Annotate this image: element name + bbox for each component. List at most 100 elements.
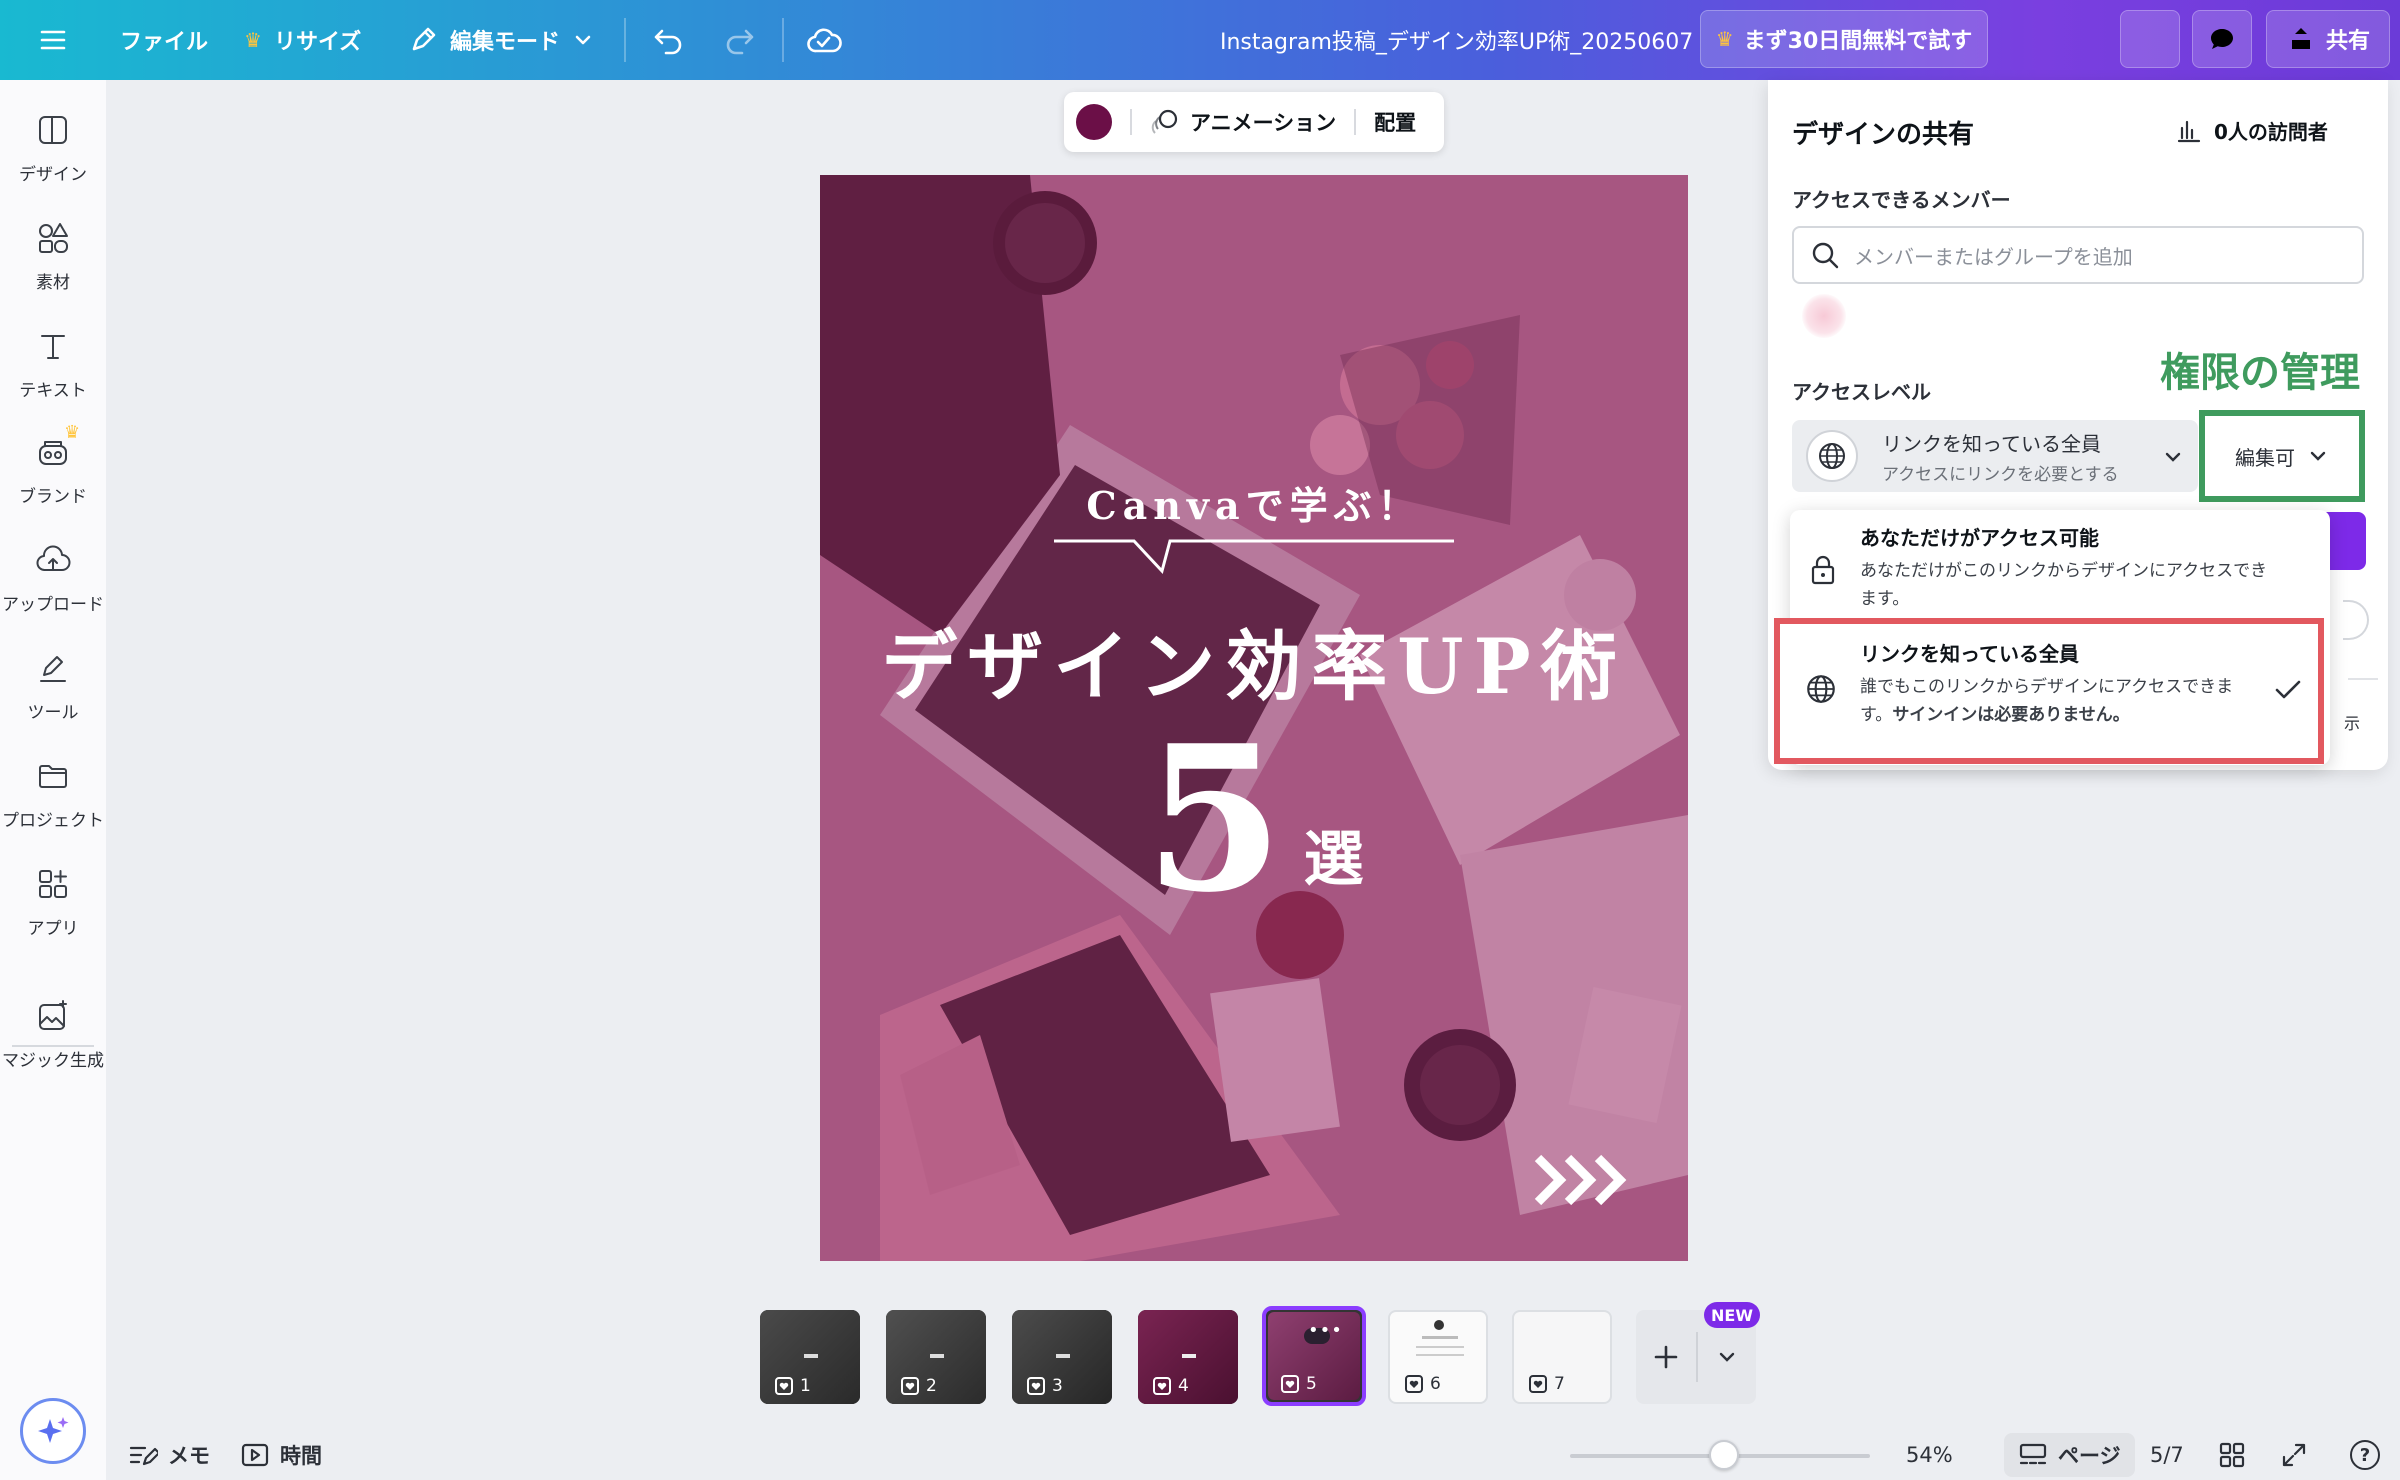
sidebar-item-apps[interactable]: アプリ bbox=[0, 866, 106, 966]
menu-option-title: リンクを知っている全員 bbox=[1860, 642, 2079, 666]
sidebar-item-text[interactable]: テキスト bbox=[0, 328, 106, 428]
expand-icon bbox=[2282, 1443, 2306, 1467]
animation-button[interactable]: アニメーション bbox=[1150, 107, 1336, 137]
sidebar-item-magic-media[interactable]: マジック生成 bbox=[0, 998, 106, 1098]
design-headline[interactable]: デザイン効率UP術 bbox=[820, 605, 1688, 715]
cloud-check-icon bbox=[807, 28, 842, 53]
panel-divider bbox=[2348, 678, 2378, 680]
draw-tool-icon bbox=[40, 656, 66, 682]
design-number[interactable]: 5 bbox=[1144, 720, 1283, 920]
upload-cloud-icon bbox=[36, 545, 71, 571]
page-counter: 5/7 bbox=[2150, 1443, 2184, 1467]
menu-option-only-you[interactable]: あなただけがアクセス可能 あなただけがこのリンクからデザインにアクセスでき ます… bbox=[1790, 510, 2330, 618]
document-title[interactable]: Instagram投稿_デザイン効率UP術_20250607 bbox=[1220, 0, 1693, 80]
page-thumbnail-current[interactable]: ••• 5 bbox=[1262, 1306, 1366, 1406]
sidebar-item-uploads[interactable]: アップロード bbox=[0, 542, 106, 642]
layout-icon bbox=[39, 116, 67, 144]
color-swatch[interactable] bbox=[1076, 104, 1112, 140]
notes-button[interactable]: メモ bbox=[128, 1430, 210, 1480]
visitors-button[interactable]: 0人の訪問者 bbox=[2176, 116, 2328, 145]
access-level-dropdown[interactable]: リンクを知っている全員 アクセスにリンクを必要とする bbox=[1792, 420, 2198, 492]
main-menu-button[interactable] bbox=[38, 0, 68, 80]
file-menu-button[interactable]: ファイル bbox=[120, 0, 208, 80]
sidebar-item-label: ツール bbox=[27, 703, 79, 723]
visitors-count: 0人の訪問者 bbox=[2214, 120, 2328, 144]
page-thumbnail[interactable]: 6 bbox=[1388, 1310, 1488, 1404]
crown-icon: ♛ bbox=[244, 28, 262, 52]
undo-button[interactable] bbox=[652, 0, 686, 80]
page-thumbnail[interactable]: 1 bbox=[760, 1310, 860, 1404]
position-button[interactable]: 配置 bbox=[1374, 107, 1416, 137]
fullscreen-button[interactable] bbox=[2280, 1430, 2308, 1480]
sidebar-item-design[interactable]: デザイン bbox=[0, 112, 106, 212]
pages-view-button[interactable]: ページ bbox=[2004, 1433, 2135, 1477]
sidebar-item-label: 素材 bbox=[36, 273, 70, 293]
comments-button[interactable] bbox=[2192, 10, 2252, 68]
edit-mode-dropdown[interactable]: 編集モード bbox=[408, 0, 594, 80]
thumbnail-mark bbox=[804, 1354, 818, 1358]
sidebar-item-elements[interactable]: 素材 bbox=[0, 220, 106, 320]
help-icon: ? bbox=[2350, 1440, 2380, 1470]
crown-icon: ♛ bbox=[64, 422, 81, 443]
thumbnail-mark bbox=[1434, 1320, 1444, 1330]
new-badge: NEW bbox=[1704, 1302, 1760, 1328]
redo-button[interactable] bbox=[722, 0, 756, 80]
thumbnail-mark bbox=[1416, 1354, 1464, 1356]
toggle-switch[interactable] bbox=[2343, 600, 2369, 640]
menu-option-title: あなただけがアクセス可能 bbox=[1860, 526, 2099, 550]
access-level-label: アクセスレベル bbox=[1792, 380, 1931, 404]
folder-icon bbox=[39, 765, 67, 788]
avatar bbox=[1802, 294, 1846, 338]
save-status-button[interactable] bbox=[806, 0, 842, 80]
chevron-down-icon bbox=[575, 35, 591, 45]
design-number-suffix[interactable]: 選 bbox=[1304, 820, 1364, 900]
magic-image-icon bbox=[39, 1000, 67, 1030]
annotation-label: 権限の管理 bbox=[2160, 350, 2360, 396]
insights-button[interactable] bbox=[2120, 10, 2180, 68]
more-options-icon[interactable]: ••• bbox=[1304, 1320, 1342, 1344]
page-thumbnail[interactable]: 2 bbox=[886, 1310, 986, 1404]
page-badge-icon bbox=[1529, 1375, 1547, 1393]
permission-dropdown[interactable]: 編集可 bbox=[2199, 410, 2365, 502]
sidebar-item-tools[interactable]: ツール bbox=[0, 650, 106, 750]
member-search-placeholder: メンバーまたはグループを追加 bbox=[1854, 244, 2133, 269]
notes-icon bbox=[129, 1446, 158, 1466]
page-thumbnail[interactable]: 7 bbox=[1512, 1310, 1612, 1404]
pencil-icon bbox=[412, 27, 436, 51]
design-canvas[interactable]: Canvaで学ぶ！ デザイン効率UP術 5 選 bbox=[820, 175, 1688, 1261]
page-thumbnail[interactable]: 3 bbox=[1012, 1310, 1112, 1404]
page-thumbnail[interactable]: 4 bbox=[1138, 1310, 1238, 1404]
zoom-slider-handle[interactable] bbox=[1709, 1440, 1739, 1470]
sidebar-item-label: プロジェクト bbox=[2, 811, 104, 831]
page-badge-icon bbox=[1281, 1375, 1299, 1393]
timer-button[interactable]: 時間 bbox=[240, 1430, 322, 1480]
sidebar-item-label: テキスト bbox=[19, 381, 87, 401]
share-button[interactable]: 共有 bbox=[2266, 10, 2390, 68]
menu-option-desc: ます。 bbox=[1860, 589, 1910, 609]
checkmark-icon bbox=[2275, 680, 2301, 699]
sidebar-item-brand[interactable]: ♛ ブランド bbox=[0, 422, 106, 534]
add-page-button[interactable] bbox=[1636, 1310, 1696, 1404]
apps-icon bbox=[39, 870, 67, 898]
free-trial-button[interactable]: ♛ まず30日間無料で試す bbox=[1700, 10, 1988, 68]
member-search-input[interactable]: メンバーまたはグループを追加 bbox=[1792, 226, 2364, 284]
sidebar-item-label: マジック生成 bbox=[2, 1051, 104, 1071]
access-level-subtitle: アクセスにリンクを必要とする bbox=[1882, 465, 2119, 485]
hamburger-icon bbox=[40, 30, 66, 50]
help-button[interactable]: ? bbox=[2350, 1430, 2380, 1480]
menu-option-anyone-with-link[interactable]: リンクを知っている全員 誰でもこのリンクからデザインにアクセスできま す。サイン… bbox=[1774, 618, 2324, 764]
thumbnail-mark bbox=[930, 1354, 944, 1358]
resize-button[interactable]: ♛ リサイズ bbox=[244, 0, 361, 80]
page-number: 7 bbox=[1528, 1374, 1565, 1394]
bar-chart-icon bbox=[2177, 120, 2201, 142]
zoom-level[interactable]: 54% bbox=[1906, 1430, 1953, 1480]
page-number-text: 4 bbox=[1178, 1376, 1189, 1396]
timer-label: 時間 bbox=[280, 1444, 322, 1468]
page-badge-icon bbox=[775, 1377, 793, 1395]
design-subtitle[interactable]: Canvaで学ぶ！ bbox=[820, 475, 1688, 530]
sidebar-item-projects[interactable]: プロジェクト bbox=[0, 758, 106, 858]
grid-view-button[interactable] bbox=[2218, 1430, 2246, 1480]
notes-label: メモ bbox=[168, 1444, 210, 1468]
pages-layout-icon bbox=[2019, 1443, 2047, 1465]
grid-view-icon bbox=[2219, 1442, 2245, 1468]
